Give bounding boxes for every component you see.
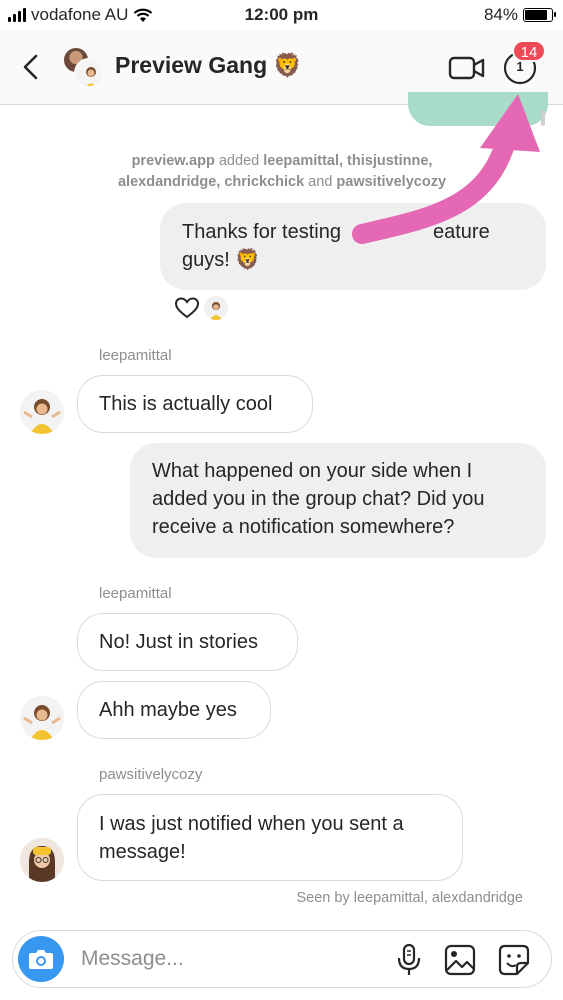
reactor-avatar xyxy=(204,296,228,320)
system-action: added xyxy=(214,153,264,169)
battery-percent: 84% xyxy=(483,5,518,24)
message-composer xyxy=(12,930,552,988)
scrollbar[interactable] xyxy=(541,110,545,126)
battery-info: 84% xyxy=(483,5,556,25)
video-camera-icon[interactable] xyxy=(448,54,486,82)
status-bar: vodafone AU 12:00 pm 84% xyxy=(0,0,563,30)
message-reactions[interactable] xyxy=(174,296,228,320)
sender-name: pawsitivelycozy xyxy=(99,766,203,783)
system-members: leepamittal, thisjustinne, xyxy=(263,153,433,169)
group-avatar[interactable] xyxy=(62,46,104,88)
system-members: alexdandridge, chrickchick xyxy=(117,174,305,190)
incoming-message[interactable]: Ahh maybe yes xyxy=(77,681,271,739)
sticker-icon[interactable] xyxy=(497,943,531,977)
system-message: preview.app added leepamittal, thisjusti… xyxy=(90,151,474,193)
previous-message-bubble xyxy=(408,92,548,126)
message-text: guys! 🦁 xyxy=(182,249,261,271)
chevron-left-icon[interactable] xyxy=(16,50,46,84)
outgoing-message[interactable]: Thanks for testing eature guys! 🦁 xyxy=(160,203,546,290)
avatar[interactable] xyxy=(20,696,64,740)
message-text: Ahh maybe yes xyxy=(99,699,237,721)
microphone-icon[interactable] xyxy=(393,943,425,977)
gallery-icon[interactable] xyxy=(443,943,477,977)
message-text: eature xyxy=(433,221,490,243)
heart-icon xyxy=(174,297,200,319)
lion-emoji: 🦁 xyxy=(273,52,302,78)
avatar[interactable] xyxy=(20,390,64,434)
message-input[interactable] xyxy=(81,940,381,978)
message-text: I was just notified when you sent a mess… xyxy=(99,813,404,863)
notification-badge: 14 xyxy=(512,40,546,62)
system-conjunction: and xyxy=(304,174,337,190)
chat-title[interactable]: Preview Gang 🦁 xyxy=(115,52,302,79)
sender-name: leepamittal xyxy=(99,347,172,364)
camera-icon xyxy=(29,950,53,969)
system-actor: preview.app xyxy=(131,153,215,169)
member-avatar xyxy=(74,58,104,88)
seen-by-label: Seen by leepamittal, alexdandridge xyxy=(296,890,523,906)
incoming-message[interactable]: I was just notified when you sent a mess… xyxy=(77,794,463,881)
outgoing-message[interactable]: What happened on your side when I added … xyxy=(130,443,546,558)
sender-name: leepamittal xyxy=(99,585,172,602)
battery-icon xyxy=(523,8,556,22)
incoming-message[interactable]: No! Just in stories xyxy=(77,613,298,671)
group-name: Preview Gang xyxy=(115,52,268,78)
system-members: pawsitivelycozy xyxy=(336,174,447,190)
message-text: What happened on your side when I added … xyxy=(152,460,485,538)
message-text: No! Just in stories xyxy=(99,631,258,653)
camera-button[interactable] xyxy=(18,936,64,982)
incoming-message[interactable]: This is actually cool xyxy=(77,375,313,433)
message-text: Thanks for testing xyxy=(182,221,341,243)
clock: 12:00 pm xyxy=(244,5,319,24)
message-text: This is actually cool xyxy=(99,393,273,415)
avatar[interactable] xyxy=(20,838,64,882)
